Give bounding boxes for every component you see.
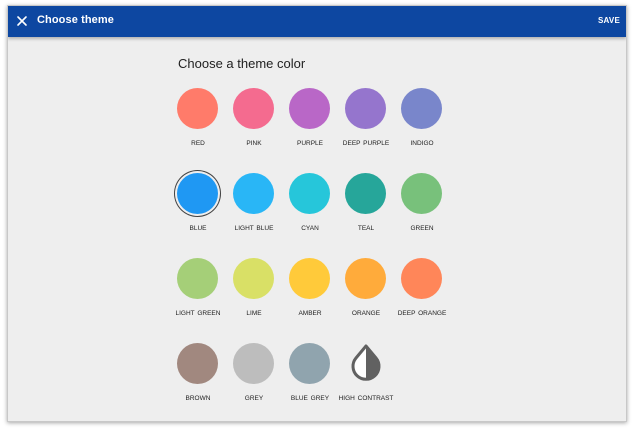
color-circle [401,258,442,299]
color-circle [345,88,386,129]
close-icon [17,16,27,26]
color-circle [289,258,330,299]
section-title: Choose a theme color [178,56,306,71]
close-button[interactable] [10,9,34,33]
color-circle [289,88,330,129]
color-circle [289,343,330,384]
theme-swatch-blue-grey[interactable]: BLUE GREY [280,343,340,421]
theme-swatch-blue[interactable]: BLUE [168,173,228,253]
theme-swatch-indigo[interactable]: INDIGO [392,88,452,168]
theme-swatch-lime[interactable]: LIME [224,258,284,338]
swatch-label: HIGH CONTRAST [338,395,394,402]
theme-swatch-orange[interactable]: ORANGE [336,258,396,338]
theme-swatch-brown[interactable]: BROWN [168,343,228,421]
theme-swatch-teal[interactable]: TEAL [336,173,396,253]
color-circle [401,88,442,129]
color-circle [401,173,442,214]
theme-swatch-amber[interactable]: AMBER [280,258,340,338]
save-button[interactable]: SAVE [598,16,620,25]
theme-color-grid: RED PINK PURPLE DEEP PURPLE INDIGO BLUE LIGHT … [168,88,458,418]
contrast-drop-icon [351,344,381,381]
color-circle [233,258,274,299]
app-bar: Choose theme SAVE [8,6,626,37]
theme-swatch-high-contrast[interactable]: HIGH CONTRAST [336,343,396,421]
page-title: Choose theme [37,14,114,26]
swatch-label: GREEN [410,225,434,232]
color-circle [177,88,218,129]
color-circle [177,258,218,299]
color-circle [345,258,386,299]
color-circle [289,173,330,214]
color-circle [177,173,218,214]
swatch-label: INDIGO [410,140,434,147]
theme-swatch-light-blue[interactable]: LIGHT BLUE [224,173,284,253]
theme-dialog: Choose theme SAVE Choose a theme color R… [7,5,627,422]
theme-swatch-green[interactable]: GREEN [392,173,452,253]
theme-swatch-light-green[interactable]: LIGHT GREEN [168,258,228,338]
color-circle [233,173,274,214]
color-circle [177,343,218,384]
color-circle [345,173,386,214]
theme-swatch-red[interactable]: RED [168,88,228,168]
swatch-label: DEEP ORANGE [397,310,447,317]
color-circle [233,343,274,384]
color-circle [233,88,274,129]
theme-swatch-grey[interactable]: GREY [224,343,284,421]
theme-swatch-cyan[interactable]: CYAN [280,173,340,253]
theme-swatch-deep-purple[interactable]: DEEP PURPLE [336,88,396,168]
theme-swatch-purple[interactable]: PURPLE [280,88,340,168]
theme-swatch-pink[interactable]: PINK [224,88,284,168]
theme-swatch-deep-orange[interactable]: DEEP ORANGE [392,258,452,338]
